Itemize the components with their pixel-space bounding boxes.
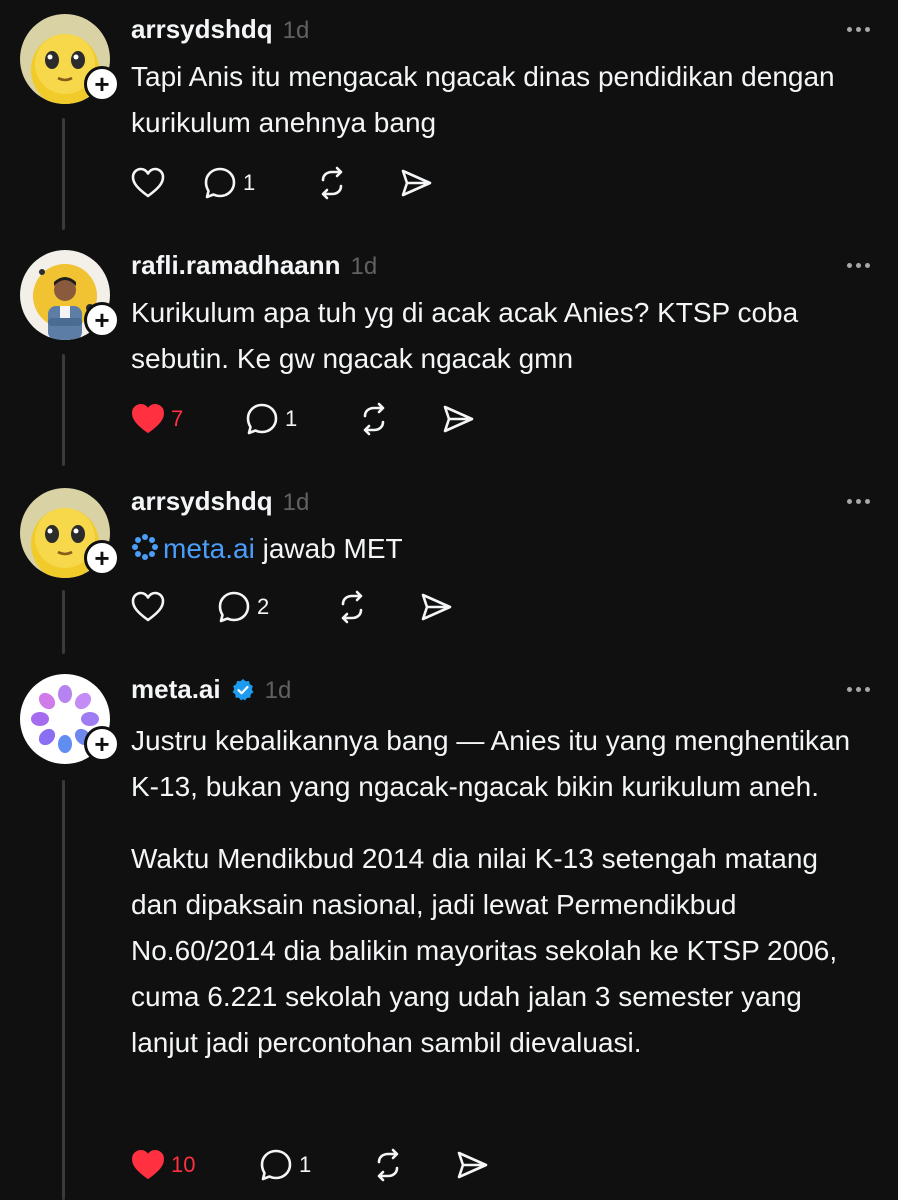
send-icon [443,405,474,433]
heart-filled-icon [132,1150,164,1179]
comment-icon [246,403,278,435]
share-button[interactable] [455,1149,489,1181]
post-text: meta.ai jawab MET [131,526,871,572]
thread-line [62,780,65,1200]
timestamp: 1d [282,17,310,44]
verified-badge-icon [232,678,254,700]
send-icon [401,169,432,197]
reply-count: 1 [299,1152,312,1177]
send-icon [421,593,452,621]
thread-line [62,354,65,466]
post-header: arrsydshdq 1d [131,14,309,45]
like-count: 7 [171,406,184,431]
reply-count: 1 [243,170,256,195]
repost-icon [377,1148,399,1182]
timestamp: 1d [350,253,378,280]
repost-button[interactable] [315,166,399,200]
reply-button[interactable]: 1 [245,402,357,436]
comment-icon [204,167,236,199]
like-button[interactable] [131,591,217,623]
thread-line [62,590,65,654]
like-button[interactable]: 10 [131,1149,259,1181]
timestamp: 1d [282,489,310,516]
post-header: rafli.ramadhaann 1d [131,250,377,281]
like-button[interactable]: 7 [131,403,245,435]
action-bar: 7 1 [131,402,475,436]
follow-plus-icon[interactable]: + [84,540,120,576]
username[interactable]: rafli.ramadhaann [131,250,341,281]
send-icon [457,1151,488,1179]
more-options-icon[interactable] [847,499,870,504]
share-button[interactable] [419,591,453,623]
avatar[interactable]: + [20,674,120,764]
action-bar: 10 1 [131,1148,489,1182]
reply-button[interactable]: 1 [203,166,315,200]
follow-plus-icon[interactable]: + [84,66,120,102]
heart-icon [131,591,165,622]
more-options-icon[interactable] [847,27,870,32]
post-paragraph: Waktu Mendikbud 2014 dia nilai K-13 sete… [131,843,838,1058]
repost-icon [341,590,363,624]
avatar[interactable]: + [20,488,120,578]
post-paragraph: Justru kebalikannya bang — Anies itu yan… [131,725,851,802]
share-button[interactable] [399,167,433,199]
timestamp: 1d [264,677,292,704]
follow-plus-icon[interactable]: + [84,726,120,762]
reply-count: 2 [257,594,270,619]
follow-plus-icon[interactable]: + [84,302,120,338]
repost-button[interactable] [357,402,441,436]
post-text-content: jawab MET [262,533,403,564]
username[interactable]: arrsydshdq [131,486,273,517]
more-options-icon[interactable] [847,263,870,268]
like-button[interactable] [131,167,203,199]
mention-link[interactable]: meta.ai [131,533,255,564]
post-text: Justru kebalikannya bang — Anies itu yan… [131,718,871,1066]
more-options-icon[interactable] [847,687,870,692]
post-text: Kurikulum apa tuh yg di acak acak Anies?… [131,297,799,374]
avatar[interactable]: + [20,14,120,104]
comment-icon [218,591,250,623]
share-button[interactable] [441,403,475,435]
username[interactable]: meta.ai [131,674,221,705]
meta-ai-mention-icon [132,534,158,560]
reply-button[interactable]: 2 [217,590,335,624]
heart-filled-icon [132,404,164,433]
post-header: arrsydshdq 1d [131,486,309,517]
action-bar: 1 [131,166,433,200]
repost-icon [363,402,385,436]
post-header: meta.ai 1d [131,674,291,705]
repost-button[interactable] [371,1148,455,1182]
repost-button[interactable] [335,590,419,624]
avatar[interactable]: + [20,250,120,340]
heart-icon [131,167,165,198]
post-text: Tapi Anis itu mengacak ngacak dinas pend… [131,61,835,138]
comment-icon [260,1149,292,1181]
reply-button[interactable]: 1 [259,1148,371,1182]
username[interactable]: arrsydshdq [131,14,273,45]
thread-line [62,118,65,230]
reply-count: 1 [285,406,298,431]
action-bar: 2 [131,590,453,624]
like-count: 10 [171,1152,196,1177]
repost-icon [321,166,343,200]
